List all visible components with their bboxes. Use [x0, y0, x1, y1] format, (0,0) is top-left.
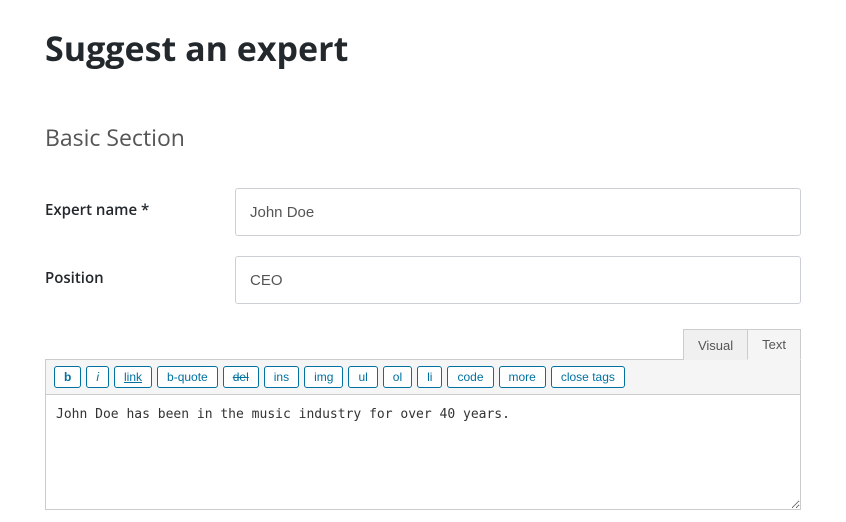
toolbar-img-button[interactable]: img — [304, 366, 343, 388]
toolbar-ol-button[interactable]: ol — [383, 366, 412, 388]
tab-visual[interactable]: Visual — [683, 329, 747, 360]
toolbar-link-button[interactable]: link — [114, 366, 152, 388]
editor-tabs: Visual Text — [45, 329, 801, 360]
expert-name-row: Expert name * — [45, 188, 801, 236]
editor-toolbar: b i link b-quote del ins img ul ol li co… — [45, 359, 801, 395]
toolbar-bquote-button[interactable]: b-quote — [157, 366, 218, 388]
editor-textarea[interactable] — [45, 395, 801, 510]
toolbar-close-button[interactable]: close tags — [551, 366, 625, 388]
toolbar-li-button[interactable]: li — [417, 366, 442, 388]
position-label: Position — [45, 256, 235, 288]
editor-wrapper: Visual Text b i link b-quote del ins img… — [45, 329, 801, 515]
toolbar-ul-button[interactable]: ul — [348, 366, 377, 388]
section-title: Basic Section — [45, 121, 801, 153]
toolbar-code-button[interactable]: code — [447, 366, 493, 388]
page-title: Suggest an expert — [45, 25, 801, 71]
expert-name-label: Expert name * — [45, 188, 235, 220]
toolbar-ins-button[interactable]: ins — [264, 366, 299, 388]
toolbar-del-button[interactable]: del — [223, 366, 259, 388]
position-input[interactable] — [235, 256, 801, 304]
toolbar-italic-button[interactable]: i — [86, 366, 109, 388]
tab-text[interactable]: Text — [747, 329, 801, 360]
position-row: Position — [45, 256, 801, 304]
expert-name-input[interactable] — [235, 188, 801, 236]
toolbar-more-button[interactable]: more — [499, 366, 546, 388]
toolbar-bold-button[interactable]: b — [54, 366, 81, 388]
